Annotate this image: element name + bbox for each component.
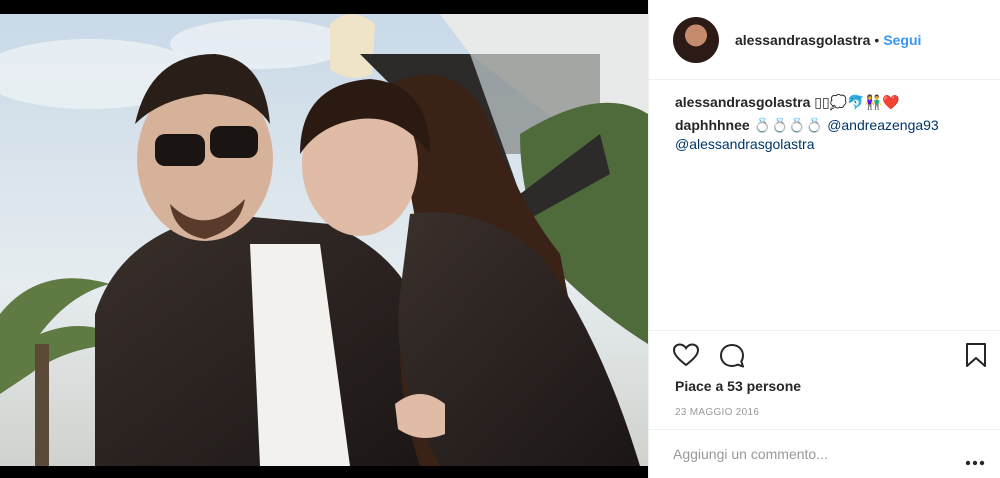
post-actions: Piace a 53 persone 23 MAGGIO 2016: [649, 330, 1000, 478]
comment-text: 💍💍💍💍: [749, 117, 828, 133]
comment-item: alessandrasgolastra ▯▯💭🐬👫❤️: [675, 93, 985, 112]
likes-count[interactable]: Piace a 53 persone: [675, 378, 801, 394]
bookmark-icon[interactable]: [965, 342, 987, 373]
comment-item: daphhhnee 💍💍💍💍 @andreazenga93 @alessandr…: [675, 116, 985, 154]
header-username[interactable]: alessandrasgolastra: [735, 32, 870, 48]
comment-bubble-icon[interactable]: [719, 343, 745, 374]
avatar[interactable]: [673, 16, 719, 63]
post-photo-image: [0, 14, 648, 466]
comments-list: alessandrasgolastra ▯▯💭🐬👫❤️ daphhhnee 💍💍…: [675, 93, 985, 158]
comment-username[interactable]: daphhhnee: [675, 117, 750, 133]
post-photo-frame: [0, 0, 648, 478]
add-comment-input[interactable]: [673, 444, 943, 464]
comment-text: ▯▯💭🐬👫❤️: [810, 94, 900, 110]
add-comment-bar: [649, 429, 1000, 478]
header-separator: •: [874, 31, 880, 48]
mention-link[interactable]: @alessandrasgolastra: [675, 136, 815, 152]
comment-username[interactable]: alessandrasgolastra: [675, 94, 810, 110]
post-photo[interactable]: [0, 14, 648, 466]
follow-button[interactable]: Segui: [883, 32, 921, 48]
post-date: 23 MAGGIO 2016: [675, 407, 760, 418]
post-header: alessandrasgolastra • Segui: [649, 0, 1000, 80]
heart-icon[interactable]: [672, 343, 700, 372]
mention-link[interactable]: @andreazenga93: [827, 117, 939, 133]
post-side-panel: alessandrasgolastra • Segui alessandrasg…: [648, 0, 1000, 478]
more-options-icon[interactable]: [965, 453, 985, 471]
